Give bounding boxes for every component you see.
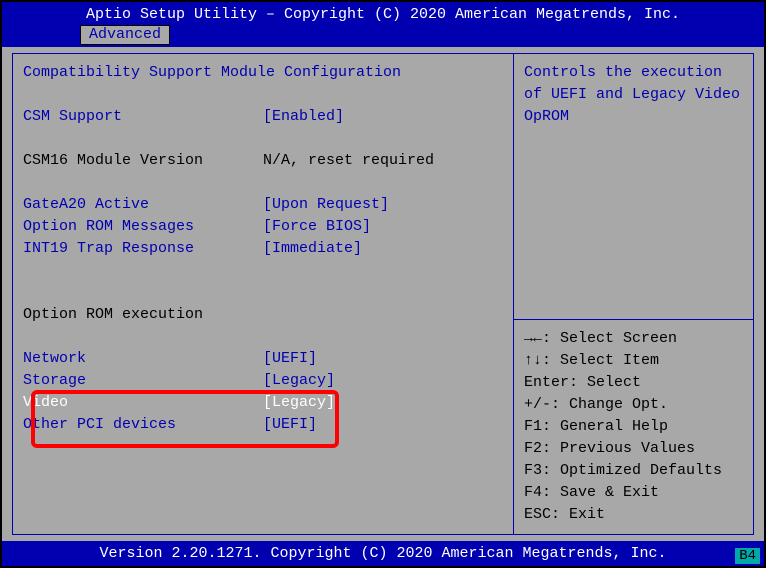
help-text: Controls the execution of UEFI and Legac… <box>524 64 740 125</box>
bios-window: Aptio Setup Utility – Copyright (C) 2020… <box>0 0 766 568</box>
key-help-6: F3: Optimized Defaults <box>524 460 743 482</box>
csm-support-label: CSM Support <box>23 106 263 128</box>
oprom-msgs-row[interactable]: Option ROM Messages [Force BIOS] <box>23 216 503 238</box>
video-label: Video <box>23 392 263 414</box>
key-help-4: F1: General Help <box>524 416 743 438</box>
desc-0: Select Screen <box>560 328 677 350</box>
key-help-0: →←: Select Screen <box>524 328 743 350</box>
left-panel: Compatibility Support Module Configurati… <box>12 53 514 535</box>
gatea20-value: [Upon Request] <box>263 194 389 216</box>
video-value: [Legacy] <box>263 392 335 414</box>
storage-row[interactable]: Storage [Legacy] <box>23 370 503 392</box>
csm16-version-value: N/A, reset required <box>263 150 434 172</box>
int19-value: [Immediate] <box>263 238 362 260</box>
csm16-version-label: CSM16 Module Version <box>23 150 263 172</box>
key-help-area: →←: Select Screen ↑↓: Select Item Enter:… <box>514 319 753 534</box>
network-row[interactable]: Network [UEFI] <box>23 348 503 370</box>
desc-8: Exit <box>569 504 605 526</box>
desc-4: General Help <box>560 416 668 438</box>
gatea20-row[interactable]: GateA20 Active [Upon Request] <box>23 194 503 216</box>
desc-3: Change Opt. <box>569 394 668 416</box>
key-6: F3: <box>524 460 560 482</box>
desc-1: Select Item <box>560 350 659 372</box>
desc-2: Select <box>587 372 641 394</box>
int19-row[interactable]: INT19 Trap Response [Immediate] <box>23 238 503 260</box>
key-help-1: ↑↓: Select Item <box>524 350 743 372</box>
video-row[interactable]: Video [Legacy] <box>23 392 503 414</box>
key-4: F1: <box>524 416 560 438</box>
desc-5: Previous Values <box>560 438 695 460</box>
footer-version: Version 2.20.1271. Copyright (C) 2020 Am… <box>99 545 666 562</box>
key-0: →←: <box>524 328 560 350</box>
key-2: Enter: <box>524 372 587 394</box>
network-value: [UEFI] <box>263 348 317 370</box>
corner-badge: B4 <box>735 548 760 564</box>
help-text-area: Controls the execution of UEFI and Legac… <box>514 54 753 319</box>
other-pci-value: [UEFI] <box>263 414 317 436</box>
other-pci-label: Other PCI devices <box>23 414 263 436</box>
tab-label: Advanced <box>89 26 161 43</box>
storage-label: Storage <box>23 370 263 392</box>
key-help-8: ESC: Exit <box>524 504 743 526</box>
network-label: Network <box>23 348 263 370</box>
key-5: F2: <box>524 438 560 460</box>
tab-advanced[interactable]: Advanced <box>80 25 170 45</box>
title-text: Aptio Setup Utility – Copyright (C) 2020… <box>86 6 680 23</box>
csm-support-row[interactable]: CSM Support [Enabled] <box>23 106 503 128</box>
main-area: Compatibility Support Module Configurati… <box>2 47 764 541</box>
key-help-2: Enter: Select <box>524 372 743 394</box>
section-title: Compatibility Support Module Configurati… <box>23 62 401 84</box>
csm-support-value: [Enabled] <box>263 106 344 128</box>
key-8: ESC: <box>524 504 569 526</box>
oprom-msgs-value: [Force BIOS] <box>263 216 371 238</box>
key-help-5: F2: Previous Values <box>524 438 743 460</box>
key-1: ↑↓: <box>524 350 560 372</box>
oprom-exec-title: Option ROM execution <box>23 304 203 326</box>
key-7: F4: <box>524 482 560 504</box>
storage-value: [Legacy] <box>263 370 335 392</box>
key-3: +/-: <box>524 394 569 416</box>
int19-label: INT19 Trap Response <box>23 238 263 260</box>
gatea20-label: GateA20 Active <box>23 194 263 216</box>
right-panel: Controls the execution of UEFI and Legac… <box>514 53 754 535</box>
title-bar: Aptio Setup Utility – Copyright (C) 2020… <box>2 2 764 25</box>
oprom-msgs-label: Option ROM Messages <box>23 216 263 238</box>
desc-7: Save & Exit <box>560 482 659 504</box>
key-help-3: +/-: Change Opt. <box>524 394 743 416</box>
tab-bar: Advanced <box>2 25 764 47</box>
other-pci-row[interactable]: Other PCI devices [UEFI] <box>23 414 503 436</box>
footer-bar: Version 2.20.1271. Copyright (C) 2020 Am… <box>2 541 764 566</box>
csm16-version-row: CSM16 Module Version N/A, reset required <box>23 150 503 172</box>
desc-6: Optimized Defaults <box>560 460 722 482</box>
key-help-7: F4: Save & Exit <box>524 482 743 504</box>
